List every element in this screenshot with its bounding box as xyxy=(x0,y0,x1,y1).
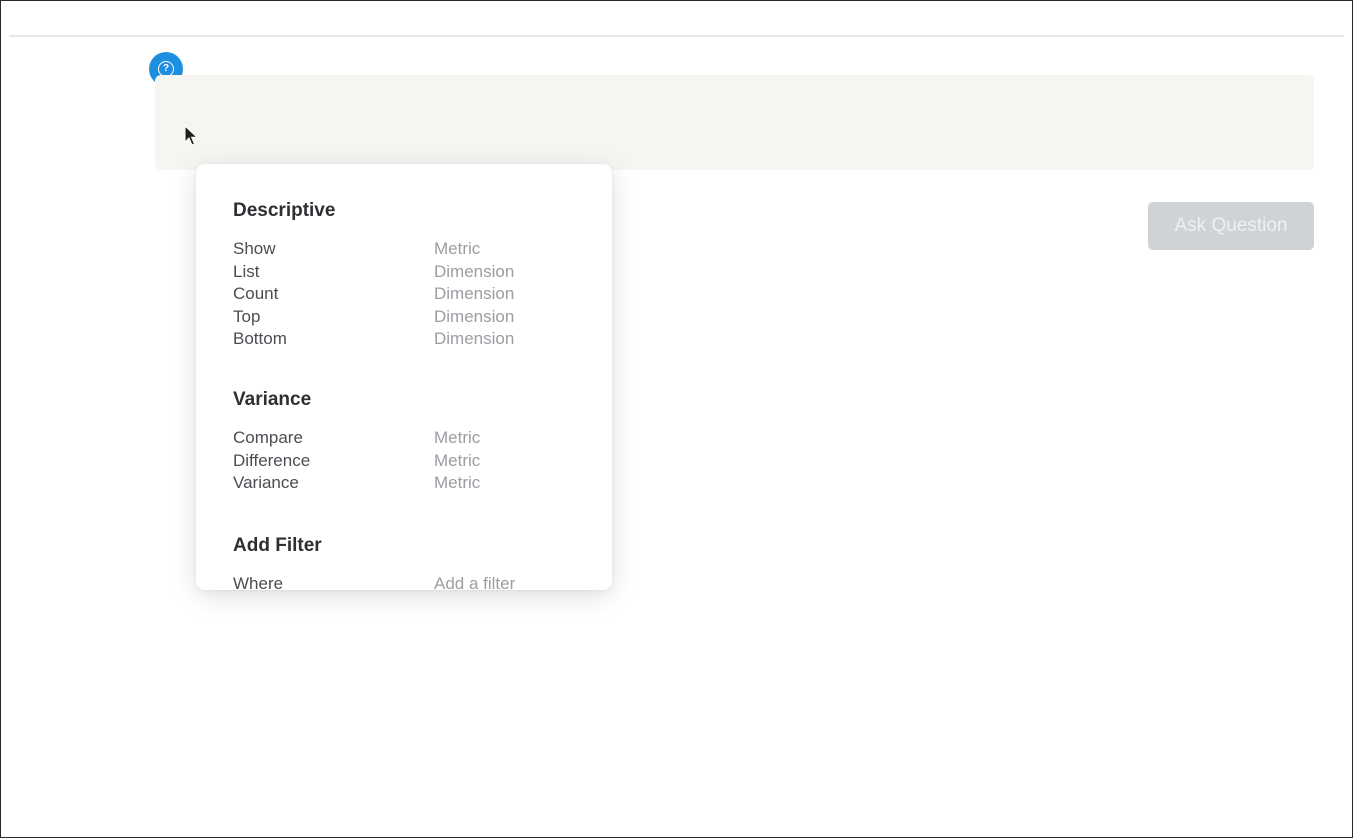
mouse-pointer-icon xyxy=(184,125,198,146)
suggestion-item[interactable]: Show Metric xyxy=(233,238,592,261)
suggestion-kind: Dimension xyxy=(434,284,515,303)
suggestion-kind: Add a filter xyxy=(434,574,516,590)
suggestion-item[interactable]: Difference Metric xyxy=(233,450,592,473)
section-title: Add Filter xyxy=(233,535,322,556)
app-frame: ? Ask Question Descriptive Show Metric Li… xyxy=(0,0,1353,838)
suggestion-keyword: Compare xyxy=(233,428,303,447)
suggestion-section-add-filter: Add Filter Where Add a filter xyxy=(233,533,592,590)
suggestion-kind: Metric xyxy=(434,428,481,447)
suggestion-kind: Metric xyxy=(434,239,481,258)
suggestion-item[interactable]: List Dimension xyxy=(233,261,592,284)
suggestion-item[interactable]: Bottom Dimension xyxy=(233,328,592,351)
suggestion-keyword: Top xyxy=(233,306,261,326)
suggestion-keyword: Variance xyxy=(233,473,299,492)
suggestion-keyword: List xyxy=(233,261,260,281)
suggestion-kind: Metric xyxy=(434,450,481,470)
suggestion-item[interactable]: Top Dimension xyxy=(233,306,592,329)
suggestion-section-variance: Variance Compare Metric Difference Metric … xyxy=(233,387,592,495)
suggestion-kind: Dimension xyxy=(434,306,515,326)
question-input[interactable] xyxy=(155,75,1314,170)
section-title: Variance xyxy=(233,389,312,410)
suggestion-keyword: Count xyxy=(233,284,279,303)
suggestion-kind: Metric xyxy=(434,473,481,492)
suggestion-dropdown: Descriptive Show Metric List Dimension Cou… xyxy=(196,164,612,590)
top-divider xyxy=(9,35,1344,37)
ask-question-button[interactable]: Ask Question xyxy=(1148,202,1314,250)
section-title: Descriptive xyxy=(233,200,336,221)
suggestion-keyword: Where xyxy=(233,574,284,590)
suggestion-keyword: Show xyxy=(233,239,276,258)
suggestion-keyword: Bottom xyxy=(233,329,287,348)
suggestion-kind: Dimension xyxy=(434,261,515,281)
suggestion-item[interactable]: Variance Metric xyxy=(233,472,592,495)
suggestion-item[interactable]: Where Add a filter xyxy=(233,573,592,590)
suggestion-item[interactable]: Count Dimension xyxy=(233,283,592,306)
suggestion-section-descriptive: Descriptive Show Metric List Dimension Cou… xyxy=(233,198,592,351)
suggestion-keyword: Difference xyxy=(233,450,311,470)
suggestion-item[interactable]: Compare Metric xyxy=(233,427,592,450)
suggestion-kind: Dimension xyxy=(434,329,515,348)
